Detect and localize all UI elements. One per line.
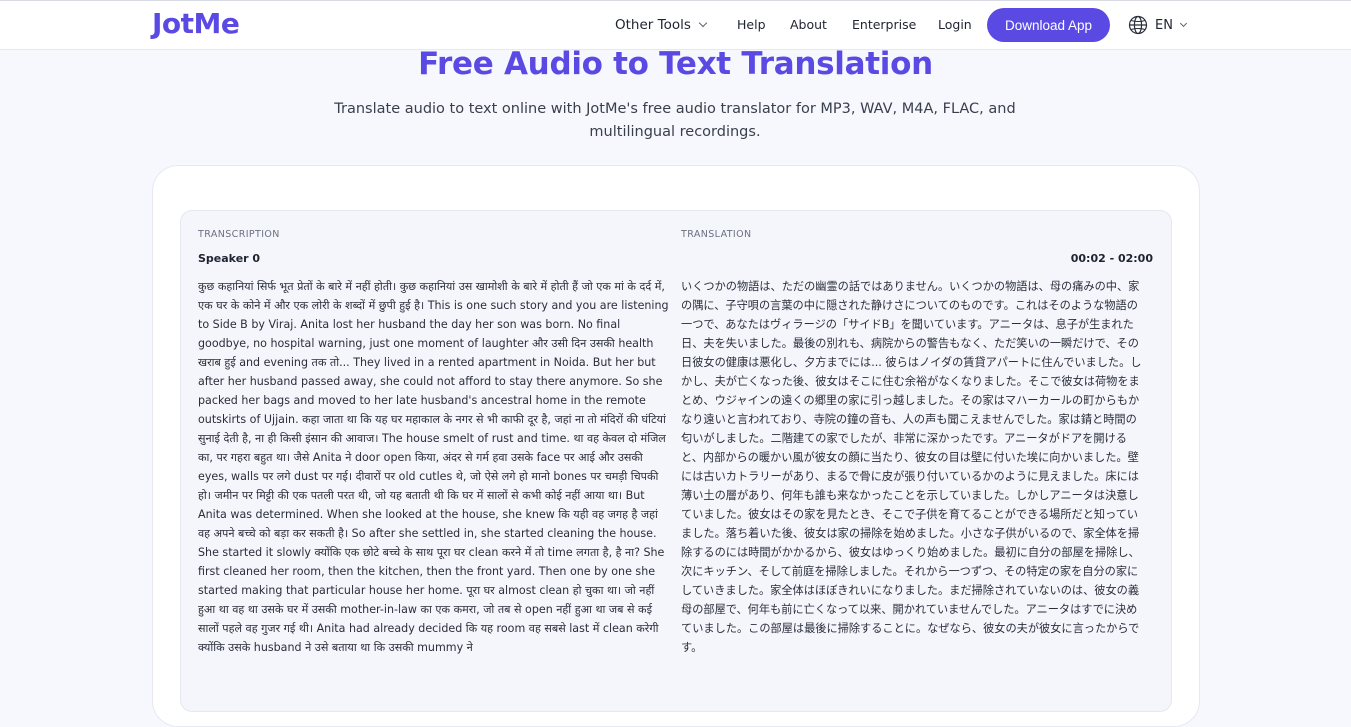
transcription-text: कुछ कहानियां सिर्फ भूत प्रेतों के बारे म… bbox=[198, 280, 669, 654]
speaker-label: Speaker 0 bbox=[198, 252, 261, 265]
globe-icon bbox=[1128, 15, 1148, 35]
download-app-button[interactable]: Download App bbox=[987, 8, 1110, 42]
page-title: Free Audio to Text Translation bbox=[418, 46, 933, 82]
chevron-down-icon bbox=[698, 18, 708, 28]
translation-label: TRANSLATION bbox=[681, 229, 752, 240]
nav-login-link[interactable]: Login bbox=[938, 17, 972, 32]
chevron-down-icon bbox=[1179, 19, 1187, 27]
language-code: EN bbox=[1155, 17, 1173, 33]
nav-other-tools-label: Other Tools bbox=[615, 17, 691, 33]
nav-about-link[interactable]: About bbox=[790, 17, 827, 32]
translation-text: いくつかの物語は、ただの幽霊の話ではありません。いくつかの物語は、母の痛みの中、… bbox=[681, 280, 1142, 654]
language-selector[interactable]: EN bbox=[1128, 15, 1187, 35]
jotme-logo[interactable]: JotMe bbox=[152, 7, 240, 40]
time-range: 00:02 - 02:00 bbox=[1070, 252, 1153, 265]
nav-enterprise-link[interactable]: Enterprise bbox=[852, 17, 916, 32]
site-header: JotMe Other Tools Help About Enterprise … bbox=[0, 1, 1351, 50]
page-subtitle: Translate audio to text online with JotM… bbox=[334, 101, 1016, 140]
transcription-label: TRANSCRIPTION bbox=[198, 229, 280, 240]
nav-help-link[interactable]: Help bbox=[737, 17, 766, 32]
nav-other-tools[interactable]: Other Tools bbox=[615, 17, 708, 33]
